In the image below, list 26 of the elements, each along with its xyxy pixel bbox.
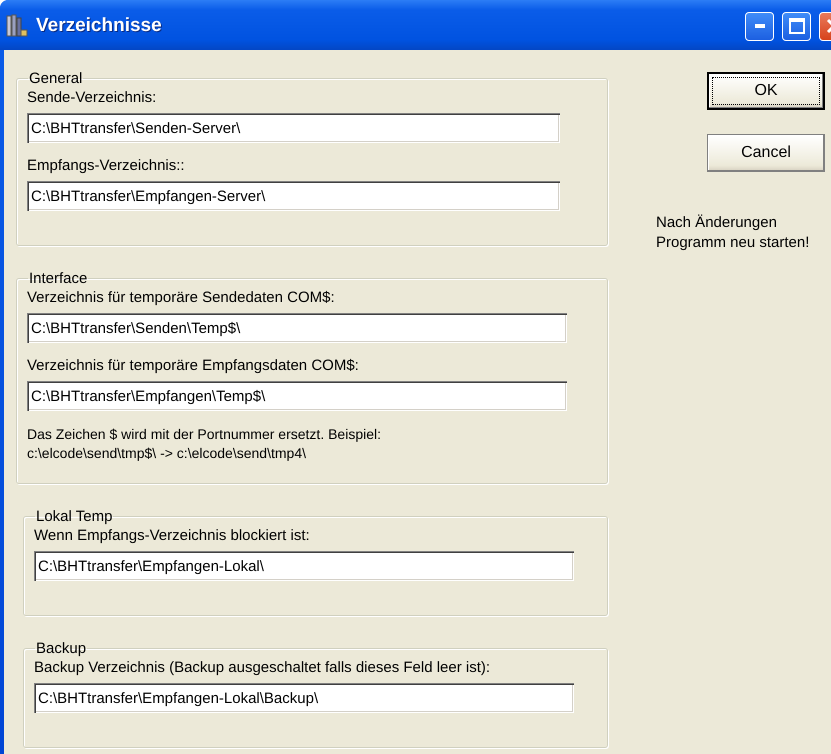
path-field[interactable]: C:\BHTtransfer\Empfangen-Lokal\ — [34, 551, 574, 581]
books-icon — [6, 14, 28, 38]
group-title: Interface — [28, 270, 88, 287]
group-title: Lokal Temp — [35, 508, 114, 525]
minimize-icon — [754, 24, 764, 28]
path-field[interactable]: C:\BHTtransfer\Senden\Temp$\ — [27, 313, 567, 343]
note-text: Das Zeichen $ wird mit der Portnummer ersetzt. Beispiel: c:\elcode\send\tmp$\ -> c:\elcode\send\tmp4\ — [27, 425, 382, 463]
field-label: Verzeichnis für temporäre Empfangsdaten COM$: — [27, 357, 360, 375]
field-label: Backup Verzeichnis (Backup ausgeschaltet falls dieses Feld leer ist): — [34, 659, 492, 677]
maximize-icon — [788, 18, 804, 34]
group-title: Backup — [35, 640, 88, 657]
field-label: Wenn Empfangs-Verzeichnis blockiert ist: — [34, 527, 311, 545]
path-field[interactable]: C:\BHTtransfer\Empfangen-Server\ — [27, 181, 560, 211]
dialog-button[interactable]: Cancel — [707, 134, 825, 172]
path-field[interactable]: C:\BHTtransfer\Senden-Server\ — [27, 113, 560, 143]
dialog-button[interactable]: OK — [707, 72, 825, 110]
path-field[interactable]: C:\BHTtransfer\Empfangen\Temp$\ — [27, 381, 567, 411]
maximize-button[interactable] — [782, 12, 811, 40]
field-label: Verzeichnis für temporäre Sendedaten COM$: — [27, 289, 336, 307]
restart-hint: Nach Änderungen Programm neu starten! — [656, 213, 810, 253]
group-title: General — [28, 70, 84, 87]
window-title: Verzeichnisse — [36, 15, 163, 37]
path-field[interactable]: C:\BHTtransfer\Empfangen-Lokal\Backup\ — [34, 683, 574, 713]
minimize-button[interactable] — [745, 12, 774, 40]
field-label: Empfangs-Verzeichnis:: — [27, 157, 186, 175]
field-label: Sende-Verzeichnis: — [27, 89, 158, 107]
